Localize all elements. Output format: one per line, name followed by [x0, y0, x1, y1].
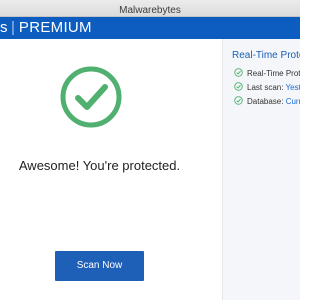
window-title: Malwarebytes: [119, 5, 181, 16]
title-bar[interactable]: Malwarebytes: [0, 0, 300, 17]
last-scan-link[interactable]: Yest: [286, 83, 300, 92]
check-circle-icon: [234, 96, 243, 105]
logo-mark: s: [0, 19, 8, 36]
row-label: Database:: [247, 97, 286, 106]
edition-label: PREMIUM: [18, 19, 92, 36]
protection-row-last-scan: Last scan: Yest: [234, 82, 300, 94]
protected-check-icon: [60, 66, 122, 128]
logo-separator: |: [11, 19, 15, 36]
protection-row-database: Database: Curr: [234, 96, 300, 108]
protection-status-text: Awesome! You're protected.: [18, 158, 181, 173]
scan-now-button[interactable]: Scan Now: [55, 251, 144, 281]
check-circle-icon: [234, 68, 243, 77]
protection-row-realtime: Real-Time Prote: [234, 68, 300, 80]
realtime-protection-title[interactable]: Real-Time Protec: [232, 50, 300, 61]
app-window: Malwarebytes s | PREMIUM Awesome! You're p…: [0, 0, 300, 300]
check-circle-icon: [234, 82, 243, 91]
database-link[interactable]: Curr: [286, 97, 300, 106]
row-label: Last scan:: [247, 83, 286, 92]
app-header: s | PREMIUM: [0, 17, 300, 39]
protection-panel: Real-Time Protec Real-Time Prote Last sc…: [222, 39, 300, 300]
row-label: Real-Time Prote: [247, 69, 300, 78]
dashboard-main: Awesome! You're protected. Scan Now: [0, 39, 222, 300]
product-logo: s | PREMIUM: [0, 17, 92, 39]
